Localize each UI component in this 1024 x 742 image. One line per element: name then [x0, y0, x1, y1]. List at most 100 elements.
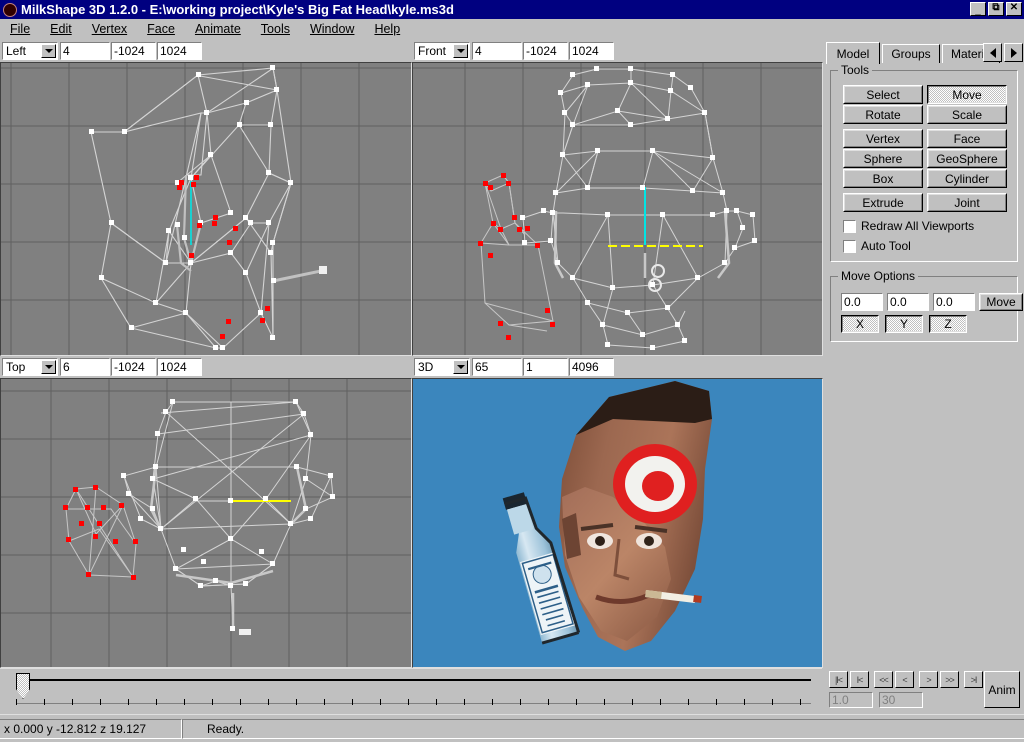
total-frames-input[interactable]: 30 — [879, 692, 923, 708]
move-y-input[interactable]: 0.0 — [887, 293, 929, 311]
viewport-front-field2[interactable]: -1024 — [523, 42, 568, 60]
viewport-top-header: Top 6 -1024 1024 — [0, 356, 412, 378]
viewport-3d-field3[interactable]: 4096 — [569, 358, 614, 376]
next-keyframe-button[interactable]: >I — [964, 671, 983, 688]
tab-scroll-right-button[interactable] — [1004, 43, 1023, 62]
move-z-input[interactable]: 0.0 — [933, 293, 975, 311]
viewport-top-canvas[interactable] — [0, 378, 412, 668]
tab-model-label: Model — [837, 47, 870, 61]
viewport-left-field1[interactable]: 4 — [60, 42, 110, 60]
move-axis-x-label: X — [856, 317, 864, 331]
viewport-3d-field1[interactable]: 65 — [472, 358, 522, 376]
tool-select-button[interactable]: Select — [843, 85, 923, 104]
tab-groups[interactable]: Groups — [882, 44, 940, 63]
current-frame-input[interactable]: 1.0 — [829, 692, 873, 708]
redraw-all-viewports-checkbox[interactable]: Redraw All Viewports — [843, 219, 974, 233]
step-forward-button[interactable]: > — [919, 671, 938, 688]
window-controls: _ ⧉ ✕ — [970, 2, 1022, 16]
status-bar: x 0.000 y -12.812 z 19.127 Ready. — [0, 714, 1024, 742]
menu-item-file[interactable]: File — [0, 20, 40, 38]
chevron-down-icon[interactable] — [41, 360, 56, 374]
tool-sphere-button[interactable]: Sphere — [843, 149, 923, 168]
close-button[interactable]: ✕ — [1006, 2, 1022, 16]
viewport-top-field3[interactable]: 1024 — [157, 358, 202, 376]
window-title: MilkShape 3D 1.2.0 - E:\working project\… — [21, 2, 454, 17]
viewport-left-field3[interactable]: 1024 — [157, 42, 202, 60]
menu-item-animate[interactable]: Animate — [185, 20, 251, 38]
tool-sphere-label: Sphere — [864, 152, 903, 166]
viewport-front-canvas[interactable] — [412, 62, 823, 356]
panel-tabs: Model Groups Materia — [826, 42, 1024, 64]
anim-toggle-label: Anim — [988, 683, 1015, 697]
checkbox-icon — [843, 220, 856, 233]
viewport-left-mode-select[interactable]: Left — [2, 42, 58, 60]
viewport-3d-field2[interactable]: 1 — [523, 358, 568, 376]
viewport-3d-canvas[interactable] — [412, 378, 823, 668]
minimize-button[interactable]: _ — [970, 2, 986, 16]
viewport-front-field3[interactable]: 1024 — [569, 42, 614, 60]
tool-rotate-button[interactable]: Rotate — [843, 105, 923, 124]
tool-box-label: Box — [873, 172, 894, 186]
timeline-track[interactable] — [16, 679, 811, 681]
tool-rotate-label: Rotate — [865, 108, 900, 122]
previous-keyframe-button[interactable]: I< — [850, 671, 869, 688]
tool-move-button[interactable]: Move — [927, 85, 1007, 104]
move-axis-z-toggle[interactable]: Z — [929, 315, 967, 333]
move-x-input[interactable]: 0.0 — [841, 293, 883, 311]
viewport-3d-mode-select[interactable]: 3D — [414, 358, 470, 376]
maximize-button[interactable]: ⧉ — [988, 2, 1004, 16]
animation-timeline[interactable] — [0, 668, 822, 714]
move-axis-z-label: Z — [944, 317, 951, 331]
go-to-start-button[interactable]: |I< — [829, 671, 848, 688]
tab-model[interactable]: Model — [826, 42, 880, 64]
viewport-top-field1[interactable]: 6 — [60, 358, 110, 376]
viewport-top-mode-select[interactable]: Top — [2, 358, 58, 376]
right-panel: Model Groups Materia Tools Select Move R… — [824, 40, 1024, 668]
menu-item-vertex[interactable]: Vertex — [82, 20, 137, 38]
tool-scale-button[interactable]: Scale — [927, 105, 1007, 124]
menu-item-face[interactable]: Face — [137, 20, 185, 38]
menu-item-window[interactable]: Window — [300, 20, 364, 38]
timeline-playhead[interactable] — [16, 673, 30, 699]
tool-face-button[interactable]: Face — [927, 129, 1007, 148]
viewport-left-canvas[interactable] — [0, 62, 412, 356]
move-options-title: Move Options — [838, 269, 918, 283]
tool-vertex-button[interactable]: Vertex — [843, 129, 923, 148]
tab-scroll-left-button[interactable] — [983, 43, 1002, 62]
chevron-down-icon[interactable] — [453, 360, 468, 374]
tool-box-button[interactable]: Box — [843, 169, 923, 188]
tools-group-title: Tools — [838, 63, 872, 77]
menu-item-edit[interactable]: Edit — [40, 20, 82, 38]
close-icon: ✕ — [1010, 3, 1018, 13]
tool-joint-button[interactable]: Joint — [927, 193, 1007, 212]
chevron-left-icon — [990, 48, 996, 58]
auto-tool-label: Auto Tool — [861, 239, 911, 253]
step-back-icon: < — [902, 675, 906, 685]
fast-forward-button[interactable]: >> — [940, 671, 959, 688]
move-apply-button[interactable]: Move — [979, 293, 1023, 311]
tool-geosphere-label: GeoSphere — [936, 152, 997, 166]
go-to-start-icon: |I< — [835, 675, 842, 685]
move-options-group: Move Options 0.0 0.0 0.0 Move X Y Z — [830, 276, 1018, 342]
restore-icon: ⧉ — [992, 3, 999, 13]
move-axis-y-toggle[interactable]: Y — [885, 315, 923, 333]
tool-cylinder-button[interactable]: Cylinder — [927, 169, 1007, 188]
chevron-down-icon[interactable] — [453, 44, 468, 58]
next-keyframe-icon: >I — [971, 675, 977, 685]
chevron-down-icon[interactable] — [41, 44, 56, 58]
tool-extrude-label: Extrude — [862, 196, 903, 210]
auto-tool-checkbox[interactable]: Auto Tool — [843, 239, 911, 253]
rewind-button[interactable]: << — [874, 671, 893, 688]
viewport-top-field2[interactable]: -1024 — [111, 358, 156, 376]
tab-groups-label: Groups — [891, 47, 930, 61]
menu-item-tools[interactable]: Tools — [251, 20, 300, 38]
viewport-front-field1[interactable]: 4 — [472, 42, 522, 60]
move-axis-x-toggle[interactable]: X — [841, 315, 879, 333]
viewport-front-mode-select[interactable]: Front — [414, 42, 470, 60]
tool-extrude-button[interactable]: Extrude — [843, 193, 923, 212]
viewport-left-field2[interactable]: -1024 — [111, 42, 156, 60]
menu-item-help[interactable]: Help — [364, 20, 410, 38]
anim-toggle-button[interactable]: Anim — [984, 671, 1020, 708]
tool-geosphere-button[interactable]: GeoSphere — [927, 149, 1007, 168]
step-back-button[interactable]: < — [895, 671, 914, 688]
